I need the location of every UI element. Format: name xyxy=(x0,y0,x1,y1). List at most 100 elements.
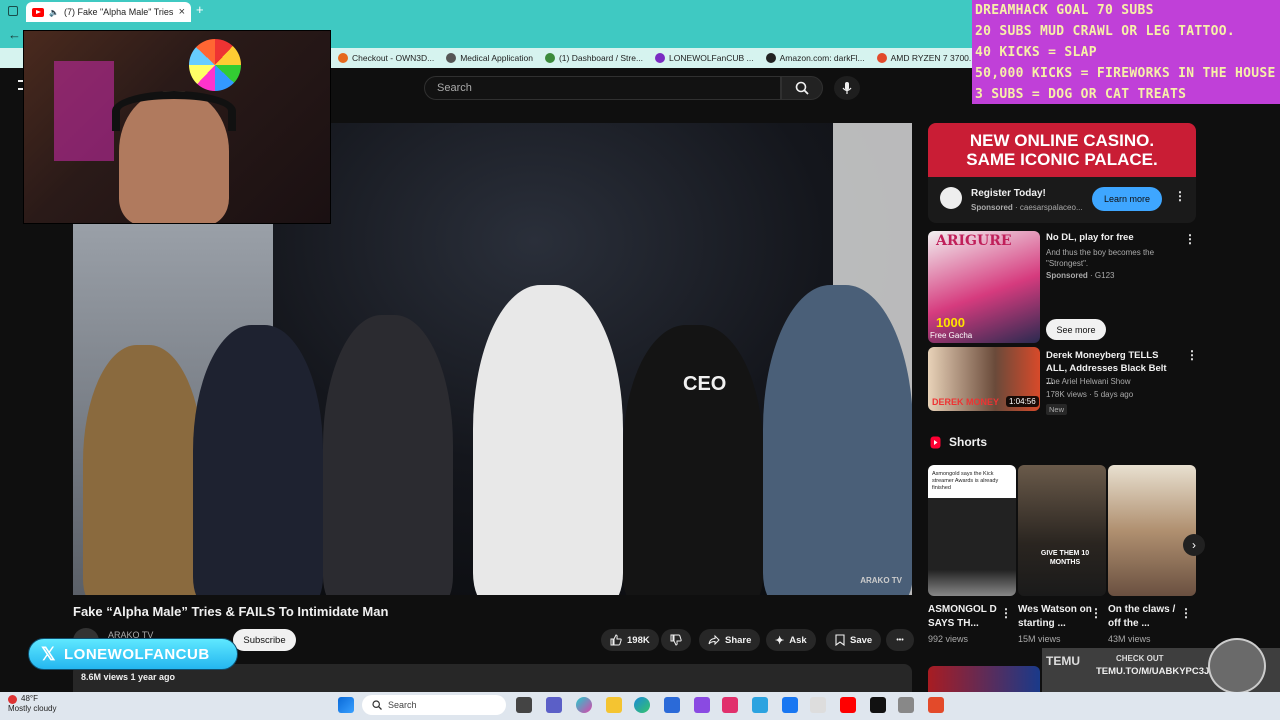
weather-temp: 48°F xyxy=(21,694,38,703)
ad-banner[interactable]: NEW ONLINE CASINO. SAME ICONIC PALACE. xyxy=(928,123,1196,177)
thumbs-up-icon xyxy=(610,634,622,646)
copilot-icon[interactable] xyxy=(576,697,592,713)
ad2-title[interactable]: No DL, play for free xyxy=(1046,232,1134,243)
see-more-button[interactable]: See more xyxy=(1046,319,1106,340)
app-icon[interactable] xyxy=(752,697,768,713)
save-button[interactable]: Save xyxy=(826,629,882,651)
ad2-sponsor-line: Sponsored · G123 xyxy=(1046,271,1115,280)
ad-thumbnail[interactable]: ARIGURE 1000 Free Gacha xyxy=(928,231,1040,343)
ad-thumb-title: ARIGURE xyxy=(936,233,1012,249)
panelist xyxy=(623,325,763,595)
short-title[interactable]: Wes Watson on starting ... xyxy=(1018,603,1098,631)
bookmark-item[interactable]: Medical Application xyxy=(446,53,533,63)
sparkle-icon: ✦ xyxy=(775,634,785,647)
task-view-icon[interactable] xyxy=(516,697,532,713)
app-icon[interactable] xyxy=(898,697,914,713)
new-tab-button[interactable]: + xyxy=(196,2,204,17)
speaker-icon[interactable]: 🔈 xyxy=(49,8,59,17)
panelist xyxy=(323,315,453,595)
share-button[interactable]: Share xyxy=(699,629,761,651)
windows-start-icon[interactable] xyxy=(338,697,354,713)
next-video-thumbnail[interactable] xyxy=(928,666,1040,692)
learn-more-button[interactable]: Learn more xyxy=(1092,187,1162,211)
browser-menu-icon[interactable] xyxy=(8,6,18,16)
netflix-icon[interactable] xyxy=(870,697,886,713)
shorts-heading-text: Shorts xyxy=(949,435,988,449)
youtube-icon[interactable] xyxy=(840,697,856,713)
bookmark-item[interactable]: LONEWOLFanCUB ... xyxy=(655,53,754,63)
ad-headline: Register Today! xyxy=(971,188,1046,199)
bookmark-icon xyxy=(835,634,845,646)
temu-check-out: CHECK OUT xyxy=(1116,654,1164,663)
advertiser-logo xyxy=(940,187,962,209)
new-badge: New xyxy=(1046,404,1068,415)
ad-banner-line: SAME ICONIC PALACE. xyxy=(966,150,1158,169)
short-thumbnail[interactable]: Asmongold says the Kick streamer Awards … xyxy=(928,465,1016,596)
neon-sign xyxy=(54,61,114,161)
bookmark-item[interactable]: Amazon.com: darkFl... xyxy=(765,53,865,63)
kebab-menu-icon[interactable]: ⋮ xyxy=(1000,606,1012,620)
app-icon[interactable] xyxy=(694,697,710,713)
video-watermark: ARAKO TV xyxy=(860,576,902,585)
store-icon[interactable] xyxy=(664,697,680,713)
video-duration: 1:04:56 xyxy=(1006,396,1039,407)
x-logo-icon: 𝕏 xyxy=(41,643,57,664)
kebab-menu-icon[interactable]: ⋮ xyxy=(1186,348,1198,362)
edge-icon[interactable] xyxy=(634,697,650,713)
ad2-description: And thus the boy becomes the "Strongest"… xyxy=(1046,248,1155,268)
short-thumbnail[interactable]: GIVE THEM 10 MONTHS xyxy=(1018,465,1106,596)
short-title[interactable]: On the claws / off the ... xyxy=(1108,603,1188,631)
voice-search-button[interactable] xyxy=(834,76,860,100)
panelist xyxy=(83,345,203,595)
video1-channel[interactable]: The Ariel Helwani Show xyxy=(1046,377,1130,386)
short-thumb-text: GIVE THEM 10 MONTHS xyxy=(1040,550,1090,566)
shorts-heading: Shorts xyxy=(930,435,987,449)
subscribe-button[interactable]: Subscribe xyxy=(233,629,296,651)
ask-button[interactable]: ✦ Ask xyxy=(766,629,816,651)
teams-icon[interactable] xyxy=(546,697,562,713)
kebab-menu-icon[interactable]: ⋮ xyxy=(1184,232,1196,246)
bookmark-item[interactable]: (1) Dashboard / Stre... xyxy=(544,53,643,63)
app-icon[interactable] xyxy=(810,697,826,713)
taskbar-search[interactable]: Search xyxy=(362,695,506,715)
more-actions-button[interactable]: ••• xyxy=(886,629,914,651)
panelist xyxy=(763,285,912,595)
x-handle-badge: 𝕏 LONEWOLFANCUB xyxy=(28,638,238,670)
short-title[interactable]: ASMONGOL D SAYS TH... xyxy=(928,603,1008,631)
short-thumbnail[interactable] xyxy=(1108,465,1196,596)
search-button[interactable] xyxy=(781,76,823,100)
shirt-text: CEO xyxy=(683,373,727,395)
like-button[interactable]: 198K xyxy=(601,629,659,651)
shorts-icon xyxy=(930,436,941,448)
video1-meta: 178K views · 5 days ago xyxy=(1046,390,1134,399)
bookmark-item[interactable]: Checkout - OWN3D... xyxy=(338,53,434,63)
overlay-line: DREAMHACK GOAL 70 SUBS xyxy=(975,3,1154,18)
short-views: 15M views xyxy=(1018,634,1061,644)
dislike-button[interactable] xyxy=(661,629,691,651)
short-thumb-text: Asmongold says the Kick streamer Awards … xyxy=(932,471,999,491)
facebook-icon[interactable] xyxy=(782,697,798,713)
kebab-menu-icon[interactable]: ⋮ xyxy=(1174,189,1186,203)
sponsored-ad-card[interactable]: NEW ONLINE CASINO. SAME ICONIC PALACE. R… xyxy=(928,123,1196,223)
thumbs-down-icon xyxy=(670,634,682,646)
bookmark-item[interactable]: AMD RYZEN 7 3700... xyxy=(876,53,976,63)
shorts-next-button[interactable]: › xyxy=(1183,534,1205,556)
tab-close-icon[interactable]: × xyxy=(179,6,185,18)
weather-widget[interactable]: 48°F Mostly cloudy xyxy=(8,694,56,714)
kebab-menu-icon[interactable]: ⋮ xyxy=(1090,606,1102,620)
kebab-menu-icon[interactable]: ⋮ xyxy=(1180,606,1192,620)
youtube-favicon-icon xyxy=(32,7,44,17)
app-icon[interactable] xyxy=(928,697,944,713)
search-input[interactable]: Search xyxy=(424,76,781,100)
save-label: Save xyxy=(850,634,873,646)
short-views: 43M views xyxy=(1108,634,1151,644)
stream-goals-overlay: DREAMHACK GOAL 70 SUBS 20 SUBS MUD CRAWL… xyxy=(972,0,1280,104)
weather-alert-icon xyxy=(8,694,17,704)
file-explorer-icon[interactable] xyxy=(606,697,622,713)
instagram-icon[interactable] xyxy=(722,697,738,713)
panelist xyxy=(193,325,323,595)
browser-tab-active[interactable]: 🔈 (7) Fake "Alpha Male" Tries & × xyxy=(26,2,191,22)
prize-wheel xyxy=(189,39,241,91)
back-arrow-icon[interactable]: ← xyxy=(8,27,21,42)
thumb-overlay-text: DEREK MONEY xyxy=(932,397,1000,407)
